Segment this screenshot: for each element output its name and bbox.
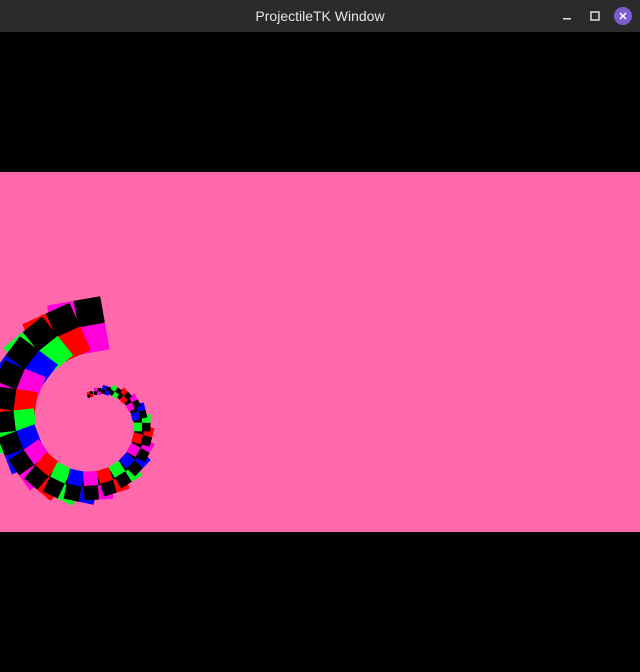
maximize-button[interactable] (586, 7, 604, 25)
maximize-icon (590, 11, 600, 21)
minimize-button[interactable] (558, 7, 576, 25)
projectile-tile (93, 387, 102, 396)
title-bar[interactable]: ProjectileTK Window (0, 0, 640, 32)
app-window: ProjectileTK Window (0, 0, 640, 672)
minimize-icon (563, 18, 571, 20)
window-title: ProjectileTK Window (255, 8, 385, 24)
window-controls (558, 0, 632, 32)
close-button[interactable] (614, 7, 632, 25)
scene-canvas (0, 172, 640, 532)
game-viewport[interactable] (0, 32, 640, 672)
projectile-tile (86, 390, 94, 398)
close-icon (619, 12, 627, 20)
